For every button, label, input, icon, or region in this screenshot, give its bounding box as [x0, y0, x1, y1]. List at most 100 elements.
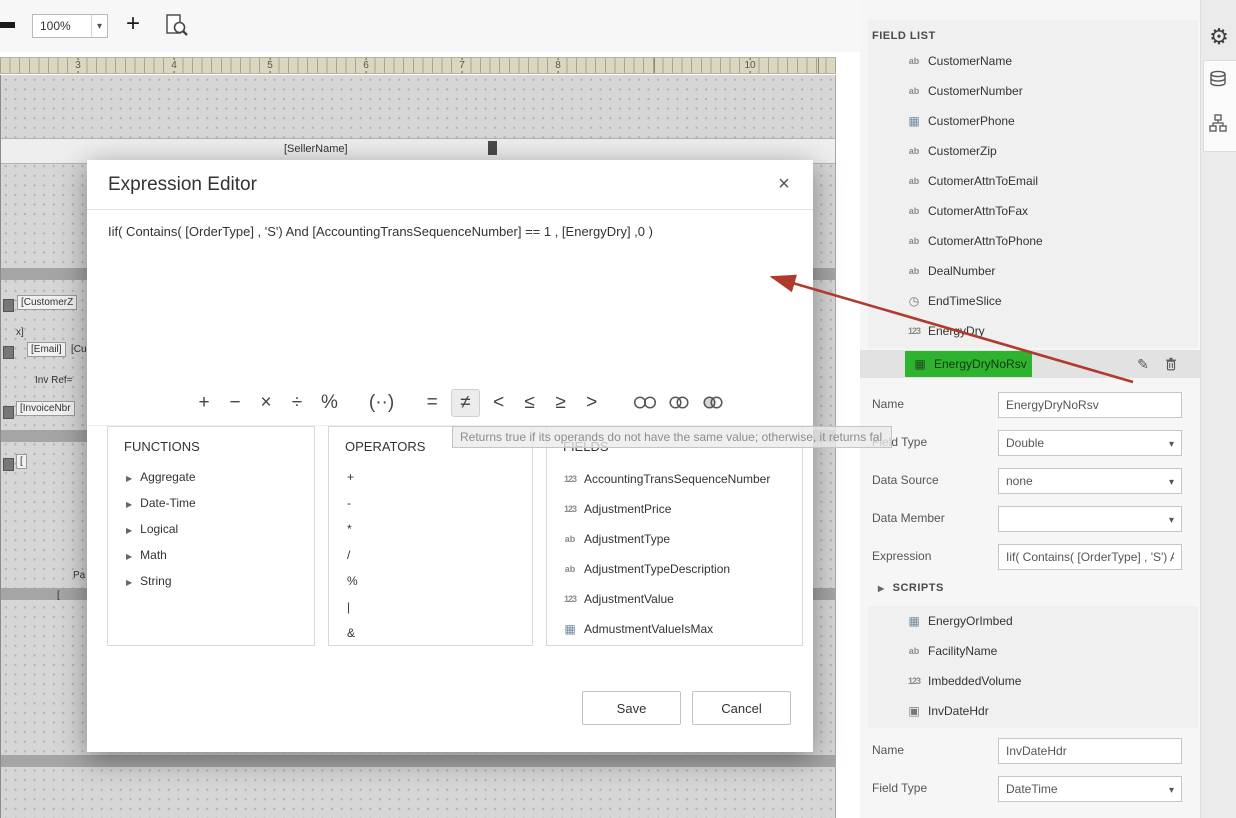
op-minus-button[interactable]: − — [223, 390, 247, 416]
expression-text-area[interactable]: Iif( Contains( [OrderType] , 'S') And [A… — [87, 210, 813, 380]
report-field-fragment[interactable]: [ — [16, 454, 27, 469]
overlap-circles-icon-3[interactable] — [701, 395, 725, 410]
edit-field-button[interactable] — [1132, 354, 1154, 374]
functions-header: FUNCTIONS — [108, 427, 314, 464]
save-button[interactable]: Save — [582, 691, 681, 725]
overlap-circles-icon-1[interactable] — [633, 395, 657, 410]
field-type-icon: ▦ — [911, 357, 929, 371]
data-source-select[interactable]: none — [998, 468, 1182, 494]
field-name: FacilityName — [928, 644, 997, 658]
selected-field-row[interactable]: ▦ EnergyDryNoRsv — [860, 350, 1200, 378]
op-multiply-button[interactable]: × — [254, 390, 278, 416]
function-category-math[interactable]: Math — [108, 542, 314, 568]
data-member-select[interactable] — [998, 506, 1182, 532]
field-type-select[interactable]: Double — [998, 430, 1182, 456]
report-field-fragment[interactable]: x] — [16, 327, 24, 338]
field-item[interactable]: 123AccountingTransSequenceNumber — [547, 464, 802, 494]
operator-item[interactable]: * — [329, 516, 532, 542]
op-divide-button[interactable]: ÷ — [285, 390, 309, 416]
function-category-string[interactable]: String — [108, 568, 314, 594]
op-less-equal-button[interactable]: ≤ — [518, 390, 542, 416]
print-preview-icon[interactable] — [166, 14, 188, 43]
report-field-inv-ref[interactable]: Inv Ref= — [35, 375, 73, 386]
field-list-item[interactable]: ◷EndTimeSlice — [868, 286, 1198, 316]
operator-item[interactable]: - — [329, 490, 532, 516]
field-list-item[interactable]: abCustomerName — [868, 46, 1198, 76]
prop-label: Name — [872, 743, 904, 757]
operator-item[interactable]: & — [329, 620, 532, 646]
ruler-number: 10 — [742, 60, 757, 71]
field-list-item[interactable]: abCutomerAttnToEmail — [868, 166, 1198, 196]
field-list-item[interactable]: ▦EnergyOrImbed — [868, 606, 1198, 636]
report-field-invoice-nbr[interactable]: [InvoiceNbr — [16, 401, 75, 416]
row-handle-icon[interactable] — [3, 346, 14, 359]
op-less-button[interactable]: < — [487, 390, 511, 416]
operator-item[interactable]: + — [329, 464, 532, 490]
overlap-circles-icon-2[interactable] — [667, 395, 691, 410]
field-list-item[interactable]: 123ImbeddedVolume — [868, 666, 1198, 696]
op-equal-button[interactable]: = — [420, 390, 444, 416]
field-list-item[interactable]: abFacilityName — [868, 636, 1198, 666]
report-field-fragment[interactable]: [Cu — [71, 344, 87, 355]
report-field-customer-zip[interactable]: [CustomerZ — [17, 295, 77, 310]
chevron-down-icon[interactable] — [91, 15, 107, 37]
close-icon[interactable]: × — [771, 171, 797, 197]
report-structure-icon[interactable] — [1209, 114, 1227, 137]
field-list-item[interactable]: abCutomerAttnToPhone — [868, 226, 1198, 256]
op-not-equal-button[interactable]: ≠ — [451, 389, 479, 417]
prop-label: Data Member — [872, 511, 945, 525]
report-field-fragment[interactable]: Pa — [73, 570, 85, 581]
cancel-button[interactable]: Cancel — [692, 691, 791, 725]
function-category-date-time[interactable]: Date-Time — [108, 490, 314, 516]
select-value: Double — [1006, 436, 1044, 450]
expression-input[interactable] — [998, 544, 1182, 570]
report-field-seller-name[interactable]: [SellerName] — [284, 143, 348, 155]
selected-field-highlight[interactable]: ▦ EnergyDryNoRsv — [905, 351, 1032, 377]
name-input[interactable] — [998, 392, 1182, 418]
delete-field-button[interactable] — [1160, 354, 1182, 374]
row-handle-icon[interactable] — [3, 406, 14, 419]
field-name: DealNumber — [928, 264, 995, 278]
fields-panel: FIELDS 123AccountingTransSequenceNumber … — [546, 426, 803, 646]
field-list-item[interactable]: abCutomerAttnToFax — [868, 196, 1198, 226]
band-separator[interactable] — [1, 755, 835, 767]
row-handle-icon[interactable] — [3, 458, 14, 471]
function-category-aggregate[interactable]: Aggregate — [108, 464, 314, 490]
field-item[interactable]: ▦AdmustmentValueIsMax — [547, 614, 802, 644]
field-list-item[interactable]: 123EnergyDry — [868, 316, 1198, 346]
field-list-item[interactable]: abCustomerNumber — [868, 76, 1198, 106]
field-type-icon: ▦ — [905, 114, 923, 128]
function-category-logical[interactable]: Logical — [108, 516, 314, 542]
report-field-email[interactable]: [Email] — [27, 342, 66, 357]
op-parentheses-button[interactable]: (··) — [364, 390, 399, 416]
op-greater-equal-button[interactable]: ≥ — [549, 390, 573, 416]
field-name: EndTimeSlice — [928, 294, 1002, 308]
operator-item[interactable]: | — [329, 594, 532, 620]
field-name: AdjustmentValue — [584, 592, 674, 606]
report-element-icon[interactable] — [488, 141, 497, 155]
operator-item[interactable]: / — [329, 542, 532, 568]
field-item[interactable]: abAdjustmentTypeDescription — [547, 554, 802, 584]
field-list-item[interactable]: abCustomerZip — [868, 136, 1198, 166]
field-name: CutomerAttnToPhone — [928, 234, 1043, 248]
zoom-combo[interactable]: 100% — [32, 14, 108, 38]
field-item[interactable]: 123AdjustmentPrice — [547, 494, 802, 524]
zoom-in-button[interactable]: + — [126, 10, 140, 38]
field-list-item[interactable]: abDealNumber — [868, 256, 1198, 286]
scripts-expander[interactable]: SCRIPTS — [860, 576, 1200, 600]
op-plus-button[interactable]: + — [192, 390, 216, 416]
report-field-fragment[interactable]: [ — [57, 590, 60, 601]
field-type-select-2[interactable]: DateTime — [998, 776, 1182, 802]
row-handle-icon[interactable] — [3, 299, 14, 312]
operators-panel: OPERATORS + - * / % | & — [328, 426, 533, 646]
field-item[interactable]: abAdjustmentType — [547, 524, 802, 554]
op-greater-button[interactable]: > — [580, 390, 604, 416]
field-list-item[interactable]: ▣InvDateHdr — [868, 696, 1198, 726]
op-modulo-button[interactable]: % — [316, 390, 343, 416]
field-item[interactable]: 123AdjustmentValue — [547, 584, 802, 614]
name-input-2[interactable] — [998, 738, 1182, 764]
data-source-icon[interactable] — [1209, 70, 1227, 93]
field-list-item[interactable]: ▦CustomerPhone — [868, 106, 1198, 136]
gear-icon[interactable] — [1201, 24, 1236, 50]
operator-item[interactable]: % — [329, 568, 532, 594]
